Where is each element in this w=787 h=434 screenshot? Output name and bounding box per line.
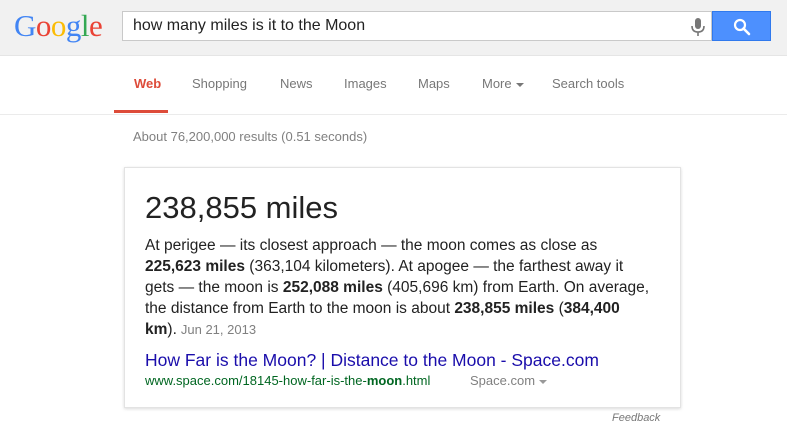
tab-more[interactable]: More	[482, 76, 524, 91]
search-header: Google	[0, 0, 787, 56]
microphone-icon[interactable]	[689, 17, 707, 37]
tab-images[interactable]: Images	[344, 76, 387, 91]
tab-shopping[interactable]: Shopping	[192, 76, 247, 91]
logo-letter-5: l	[80, 8, 90, 43]
tab-more-label: More	[482, 76, 512, 91]
tab-search-tools[interactable]: Search tools	[552, 76, 624, 91]
answer-headline: 238,855 miles	[145, 190, 339, 225]
chevron-down-icon	[515, 82, 524, 87]
search-button[interactable]	[712, 11, 771, 41]
search-box	[122, 11, 712, 41]
snippet-date: Jun 21, 2013	[180, 322, 257, 337]
logo-letter-1: G	[14, 8, 36, 43]
tab-web[interactable]: Web	[134, 76, 161, 91]
google-logo[interactable]: Google	[14, 6, 103, 46]
snippet-text: (	[554, 300, 564, 317]
logo-letter-2: o	[35, 8, 52, 43]
search-icon	[733, 18, 751, 36]
snippet-highlight: 252,088 miles	[282, 279, 383, 296]
site-dropdown[interactable]: Space.com	[470, 373, 548, 388]
logo-letter-4: g	[65, 8, 82, 43]
search-tabs: Web Shopping News Images Maps More Searc…	[0, 56, 787, 115]
answer-card: 238,855 miles At perigee — its closest a…	[124, 167, 681, 408]
snippet-text: At perigee — its closest approach — the …	[145, 237, 598, 254]
answer-snippet: At perigee — its closest approach — the …	[145, 235, 650, 340]
snippet-highlight: 225,623 miles	[145, 258, 245, 275]
logo-letter-6: e	[89, 8, 103, 43]
result-stats: About 76,200,000 results (0.51 seconds)	[133, 129, 368, 144]
logo-letter-3: o	[50, 8, 67, 43]
search-input[interactable]	[123, 12, 673, 40]
result-url-suffix: .html	[402, 373, 431, 388]
snippet-highlight: 238,855 miles	[454, 300, 555, 317]
tab-maps[interactable]: Maps	[418, 76, 450, 91]
result-url: www.space.com/18145-how-far-is-the-moon.…	[145, 373, 430, 388]
result-url-highlight: moon	[366, 373, 403, 388]
result-url-prefix: www.space.com/18145-how-far-is-the-	[145, 373, 367, 388]
feedback-link[interactable]: Feedback	[612, 412, 660, 424]
snippet-text: ).	[167, 321, 177, 338]
active-tab-indicator	[114, 110, 168, 113]
tab-news[interactable]: News	[280, 76, 313, 91]
site-label: Space.com	[470, 373, 536, 388]
result-title-link[interactable]: How Far is the Moon? | Distance to the M…	[145, 350, 599, 371]
chevron-down-icon	[539, 379, 548, 384]
